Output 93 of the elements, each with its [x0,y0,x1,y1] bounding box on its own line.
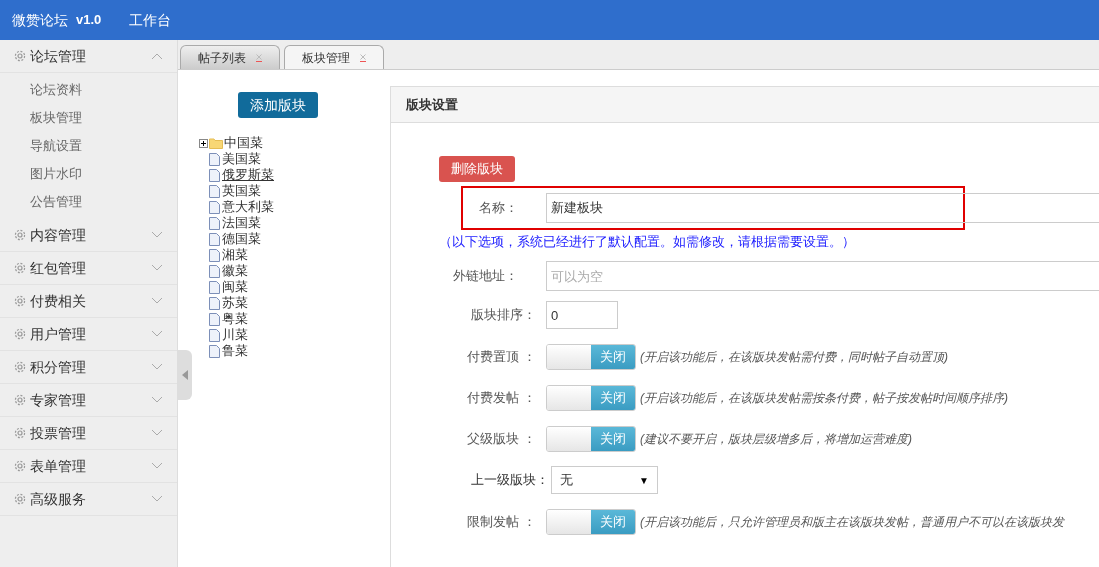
field-label: 限制发帖 ： [467,512,536,531]
gear-icon [14,493,26,505]
close-icon[interactable] [360,53,366,62]
nav-link[interactable]: 工作台 [129,9,172,31]
document-icon [209,280,220,294]
field-label: 父级版块 ： [467,429,536,448]
tree-node[interactable]: 英国菜 [222,183,261,199]
tree-node[interactable]: 苏菜 [222,295,248,311]
text-field[interactable]: 可以为空 [546,261,1099,291]
chevron-down-icon [151,462,163,470]
caret-icon: ▼ [639,472,649,488]
document-icon [209,264,220,278]
tree-node[interactable]: 川菜 [222,327,248,343]
hint-text: (开启该功能后，只允许管理员和版主在该版块发帖，普通用户不可以在该版块发 [640,513,1064,531]
document-icon [209,344,220,358]
tab[interactable]: 板块管理 [284,45,384,69]
sidebar-group[interactable]: 论坛管理 [0,40,177,73]
field-label: 版块排序： [471,306,536,325]
collapse-handle[interactable] [178,350,192,400]
brand-title: 微赞论坛 [12,10,68,30]
tree-node[interactable]: 闽菜 [222,279,248,295]
sidebar-item[interactable]: 导航设置 [0,132,177,160]
document-icon [209,152,220,166]
chevron-down-icon [151,330,163,338]
folder-icon [209,137,223,149]
gear-icon [14,361,26,373]
hint-text: (建议不要开启，版块层级增多后，将增加运营难度) [640,430,912,448]
tree-node[interactable]: 俄罗斯菜 [222,167,274,183]
sidebar-item[interactable]: 公告管理 [0,188,177,216]
sidebar-group[interactable]: 付费相关 [0,285,177,318]
document-icon [209,216,220,230]
select-field[interactable]: 无 ▼ [551,466,658,494]
gear-icon [14,460,26,472]
chevron-down-icon [151,297,163,305]
gear-icon [14,229,26,241]
hint-text: (开启该功能后，在该版块发帖需按条付费，帖子按发帖时间顺序排序) [640,389,1008,407]
sidebar-group[interactable]: 用户管理 [0,318,177,351]
document-icon [209,296,220,310]
sidebar-group[interactable]: 积分管理 [0,351,177,384]
gear-icon [14,394,26,406]
sidebar-group[interactable]: 专家管理 [0,384,177,417]
tree-node[interactable]: 鲁菜 [222,343,248,359]
field-label: 名称： [479,199,518,218]
chevron-down-icon [151,264,163,272]
chevron-down-icon [151,495,163,503]
field-label: 付费发帖 ： [467,388,536,407]
tree-node[interactable]: 中国菜 [224,135,263,151]
version-label: v1.0 [76,11,102,30]
document-icon [209,168,220,182]
document-icon [209,248,220,262]
expand-icon[interactable] [199,138,208,148]
hint-text: (开启该功能后，在该版块发帖需付费，同时帖子自动置顶) [640,348,948,366]
field-label: 付费置顶 ： [467,347,536,366]
chevron-down-icon [151,429,163,437]
chevron-up-icon [151,52,163,60]
field-label: 外链地址： [453,267,518,286]
text-field[interactable]: 新建板块 [546,193,1099,223]
add-section-button[interactable]: 添加版块 [238,92,318,118]
delete-section-button[interactable]: 删除版块 [439,156,515,182]
sidebar-group[interactable]: 表单管理 [0,450,177,483]
gear-icon [14,427,26,439]
gear-icon [14,50,26,62]
tree-node[interactable]: 徽菜 [222,263,248,279]
sidebar-item[interactable]: 图片水印 [0,160,177,188]
panel-title: 版块设置 [406,95,458,114]
tree-node[interactable]: 湘菜 [222,247,248,263]
tree-node[interactable]: 德国菜 [222,231,261,247]
info-note: （以下选项，系统已经进行了默认配置。如需修改，请根据需要设置。） [439,233,855,252]
gear-icon [14,328,26,340]
sidebar-item[interactable]: 板块管理 [0,104,177,132]
gear-icon [14,262,26,274]
chevron-down-icon [151,396,163,404]
document-icon [209,184,220,198]
sidebar-group[interactable]: 内容管理 [0,219,177,252]
close-icon[interactable] [256,53,262,62]
gear-icon [14,295,26,307]
sidebar-item[interactable]: 论坛资料 [0,76,177,104]
chevron-down-icon [151,231,163,239]
document-icon [209,328,220,342]
chevron-down-icon [151,363,163,371]
document-icon [209,232,220,246]
tree-node[interactable]: 法国菜 [222,215,261,231]
document-icon [209,312,220,326]
tab[interactable]: 帖子列表 [180,45,280,69]
tree-node[interactable]: 美国菜 [222,151,261,167]
tree-node[interactable]: 粤菜 [222,311,248,327]
number-field[interactable]: 0 [546,301,618,329]
field-label: 上一级版块： [471,471,549,490]
tree-node[interactable]: 意大利菜 [222,199,274,215]
sidebar-group[interactable]: 投票管理 [0,417,177,450]
sidebar-group[interactable]: 高级服务 [0,483,177,516]
document-icon [209,200,220,214]
sidebar-group[interactable]: 红包管理 [0,252,177,285]
